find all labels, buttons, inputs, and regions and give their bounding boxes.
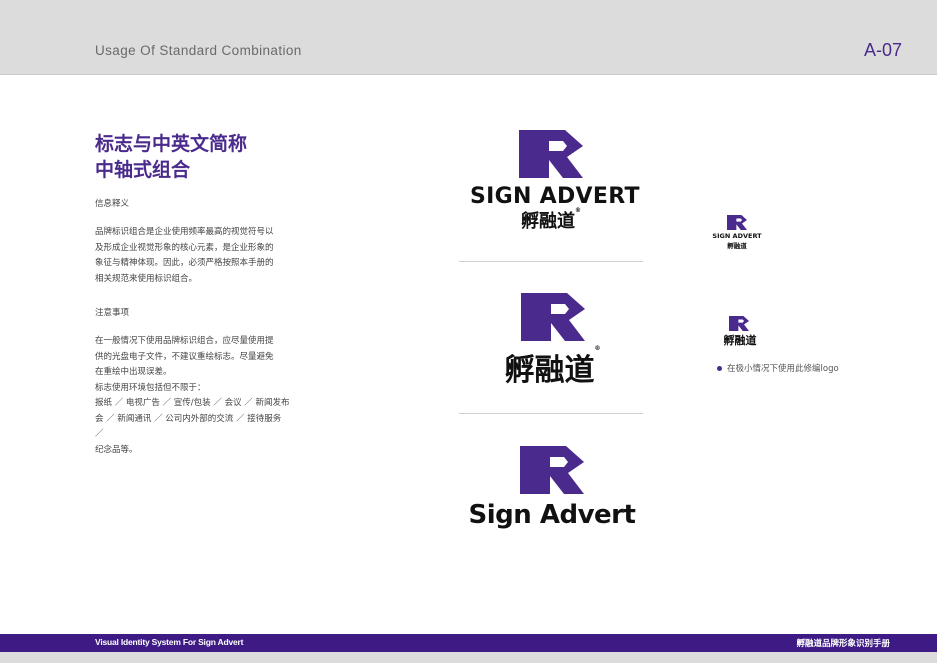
section-heading-info: 信息释义 — [95, 199, 130, 209]
brand-r-mark-icon — [520, 446, 642, 494]
info-line: 及形成企业视觉形象的核心元素，是企业形象的 — [95, 242, 274, 253]
info-line: 象征与精神体现。因此，必须严格按照本手册的 — [95, 258, 274, 268]
logo-combination-english: Sign Advert — [462, 446, 642, 530]
divider — [459, 413, 643, 414]
logo-chinese-text: 孵融道 — [727, 242, 747, 250]
logo-chinese-name: 孵融道 — [504, 353, 595, 388]
notes-line: 在一般情况下使用品牌标识组合，应尽量使用提 — [95, 336, 274, 346]
notes-line: 供的光盘电子文件，不建议重绘标志。尽量避免 — [95, 351, 274, 362]
logo-english-text: SIGN ADVERT — [470, 184, 640, 209]
section-paragraph-info: 品牌标识组合是企业使用频率最高的视觉符号以 及形成企业视觉形象的核心元素，是企业… — [95, 225, 290, 287]
footer-left-text: Visual Identity System For Sign Advert — [95, 637, 244, 647]
logo-small-chinese: 孵融道 — [716, 316, 764, 348]
notes-line: 在重绘中出现误差。 — [95, 367, 172, 377]
notes-line: 标志使用环境包括但不限于： — [95, 382, 206, 393]
brand-r-mark-icon — [519, 130, 632, 178]
usage-note-text: 在极小情况下使用此修编logo — [727, 364, 839, 374]
title-line-1: 标志与中英文简称 — [95, 133, 248, 155]
logo-combination-full: SIGN ADVERT 孵融道® — [470, 130, 640, 233]
logo-chinese-text: 孵融道 — [723, 334, 757, 347]
registered-mark-icon: ® — [594, 345, 601, 352]
registered-mark-icon: ® — [575, 207, 581, 214]
info-line: 相关规范来使用标识组合。 — [95, 273, 198, 284]
divider — [459, 261, 643, 262]
page-title: 标志与中英文简称 中轴式组合 — [95, 131, 315, 183]
section-heading-notes: 注意事项 — [95, 308, 130, 318]
header-title: Usage Of Standard Combination — [95, 43, 302, 58]
logo-english-text: SIGN ADVERT — [712, 232, 762, 240]
bullet-icon — [717, 366, 722, 371]
logo-chinese-name: 孵融道 — [521, 211, 575, 232]
logo-combination-chinese: 孵融道® — [480, 293, 625, 389]
footer-right-text: 孵融道品牌形象识别手册 — [796, 639, 890, 649]
brand-r-mark-icon — [521, 293, 625, 341]
info-line: 品牌标识组合是企业使用频率最高的视觉符号以 — [95, 227, 274, 237]
title-line-2: 中轴式组合 — [95, 159, 191, 181]
footer-bar: Visual Identity System For Sign Advert 孵… — [0, 634, 937, 652]
header-bar: Usage Of Standard Combination A-07 — [0, 0, 937, 75]
section-paragraph-notes: 在一般情况下使用品牌标识组合，应尽量使用提 供的光盘电子文件，不建议重绘标志。尽… — [95, 334, 290, 458]
logo-chinese-text: 孵融道® — [470, 207, 632, 233]
footer-strip — [0, 652, 937, 663]
usage-note: 在极小情况下使用此修编logo — [717, 362, 839, 374]
notes-line: 会 ／ 新闻通讯 ／ 公司内外部的交流 ／ 接待服务 ／ — [95, 413, 282, 440]
logo-small-full: SIGN ADVERT 孵融道 — [710, 215, 764, 250]
brand-r-mark-icon — [727, 215, 764, 230]
logo-chinese-text: 孵融道® — [480, 345, 625, 389]
notes-line: 纪念品等。 — [95, 444, 138, 455]
brand-r-mark-icon — [729, 316, 764, 331]
page-number: A-07 — [863, 40, 902, 60]
logo-english-mixed-text: Sign Advert — [468, 500, 636, 530]
notes-line: 报纸 ／ 电视广告 ／ 宣传/包装 ／ 会议 ／ 新闻发布 — [95, 398, 290, 408]
